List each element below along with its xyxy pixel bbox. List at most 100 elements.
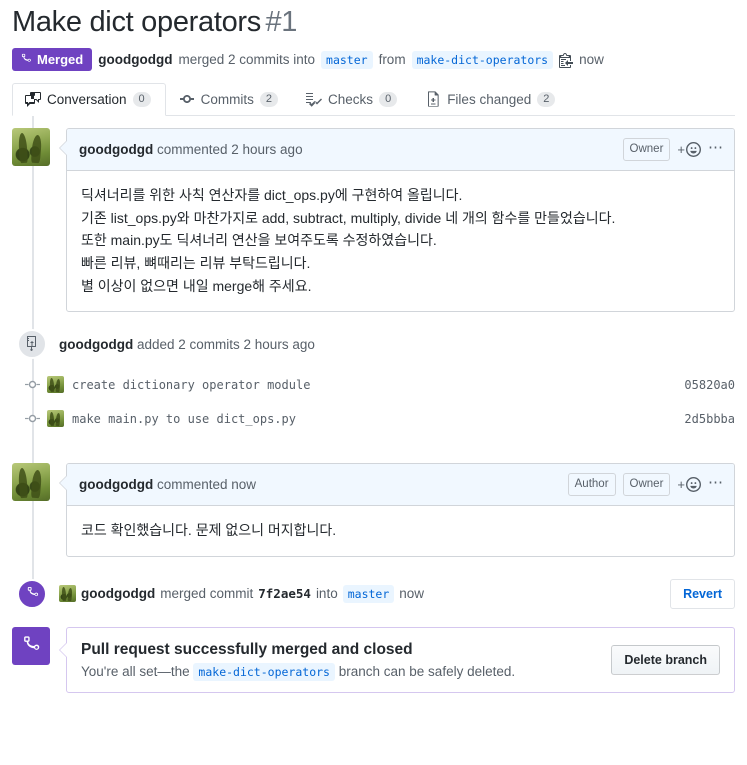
comment-action: commented now (156, 477, 257, 493)
from-text: from (378, 52, 406, 68)
pr-number: #1 (265, 6, 298, 38)
commit-row: create dictionary operator module 05820a… (12, 370, 735, 399)
merged-banner-subtitle: You're all set—the make-dict-operators b… (81, 662, 611, 681)
tab-files-changed-label: Files changed (447, 91, 532, 107)
smiley-icon (686, 477, 701, 493)
pull-request-page: Make dict operators #1 Merged goodgodgd … (0, 0, 747, 765)
comment-2-body: goodgodgd commented now Author Owner + ⋯… (59, 463, 735, 557)
pr-meta-row: Merged goodgodgd merged 2 commits into m… (0, 39, 747, 82)
checklist-icon (306, 93, 323, 108)
git-merge-icon (21, 54, 31, 63)
avatar[interactable] (12, 128, 50, 167)
page-title: Make dict operators (12, 6, 261, 38)
comment-header-actions: Owner + ⋯ (622, 138, 724, 162)
comment-1: goodgodgd commented 2 hours ago Owner + (12, 116, 735, 313)
role-badge-owner: Owner (622, 138, 671, 162)
merge-commit-sha[interactable]: 7f2ae54 (258, 586, 311, 601)
tab-commits[interactable]: Commits 2 (166, 83, 293, 116)
comment-line: 또한 main.py도 딕셔너리 연산을 보여주도록 수정하였습니다. (81, 232, 437, 249)
comment-menu-button[interactable]: ⋯ (708, 140, 724, 159)
tab-files-changed-count: 2 (537, 91, 556, 107)
plus-label: + (677, 477, 685, 493)
git-merge-icon (12, 626, 50, 665)
tab-checks-count: 0 (379, 91, 398, 107)
merged-banner: Pull request successfully merged and clo… (0, 626, 747, 693)
git-merge-icon (17, 578, 47, 609)
tab-files-changed[interactable]: Files changed 2 (412, 83, 570, 116)
commit-sha[interactable]: 2d5bbba (684, 412, 735, 426)
commit-message[interactable]: create dictionary operator module (72, 378, 310, 392)
status-badge-label: Merged (37, 52, 84, 68)
smiley-icon (686, 142, 701, 158)
merge-time: now (399, 586, 425, 602)
tab-checks[interactable]: Checks 0 (293, 83, 412, 116)
merged-banner-title: Pull request successfully merged and clo… (81, 640, 413, 658)
comment-1-text: 딕셔너리를 위한 사칙 연산자를 dict_ops.py에 구현하여 올립니다.… (67, 171, 734, 311)
merged-sub-pre: You're all set—the (81, 663, 190, 679)
commit-dash-icon (24, 415, 40, 423)
comment-action: commented 2 hours ago (156, 142, 303, 158)
commit-dot-icon (17, 414, 47, 423)
comment-box: goodgodgd commented now Author Owner + ⋯… (59, 463, 735, 557)
git-commit-icon (179, 95, 194, 104)
merge-author-avatar[interactable] (59, 585, 76, 603)
role-badge-owner: Owner (622, 473, 671, 497)
comment-1-header: goodgodgd commented 2 hours ago Owner + (67, 129, 734, 172)
commits-added-text: goodgodgd added 2 commits 2 hours ago (59, 337, 315, 352)
commit-sha[interactable]: 05820a0 (684, 378, 735, 392)
head-branch-chip[interactable]: make-dict-operators (411, 50, 554, 69)
add-reaction-button[interactable]: + (677, 142, 701, 158)
commit-author-avatar[interactable] (47, 376, 64, 394)
comment-line: 별 이상이 없으면 내일 merge해 주세요. (81, 277, 312, 294)
comment-box: goodgodgd commented 2 hours ago Owner + (59, 128, 735, 313)
avatar[interactable] (12, 463, 50, 502)
delete-branch-button[interactable]: Delete branch (611, 644, 720, 676)
comment-2-header: goodgodgd commented now Author Owner + ⋯ (67, 464, 734, 507)
pr-tabs: Conversation 0 Commits 2 Checks 0 Files … (12, 82, 735, 117)
commit-author-avatar[interactable] (47, 410, 64, 428)
commit-row: make main.py to use dict_ops.py 2d5bbba (12, 404, 735, 433)
comment-line: 기존 list_ops.py와 마찬가지로 add, subtract, mul… (81, 209, 616, 226)
tab-commits-count: 2 (259, 91, 279, 107)
comment-discussion-icon (25, 92, 41, 108)
role-badge-author: Author (567, 473, 616, 497)
conversation-timeline: goodgodgd commented 2 hours ago Owner + (0, 116, 747, 609)
add-reaction-button[interactable]: + (677, 477, 701, 493)
comment-header-actions: Author Owner + ⋯ (567, 473, 724, 497)
event-author[interactable]: goodgodgd (59, 337, 133, 352)
repo-push-icon (17, 329, 47, 360)
commits-added-event: goodgodgd added 2 commits 2 hours ago (12, 329, 735, 360)
comment-line: 빠른 리뷰, 뼈때리는 리뷰 부탁드립니다. (81, 255, 311, 272)
plus-label: + (677, 142, 685, 158)
tab-checks-label: Checks (328, 91, 374, 107)
merge-commit-event: goodgodgd merged commit 7f2ae54 into mas… (12, 578, 735, 609)
merged-by-user[interactable]: goodgodgd (98, 52, 172, 67)
merged-text: merged 2 commits into (178, 52, 316, 68)
revert-button[interactable]: Revert (670, 578, 735, 609)
base-branch-chip[interactable]: master (321, 50, 373, 69)
merge-action-pre: merged commit (160, 586, 254, 602)
comment-line: 코드 확인했습니다. 문제 없으니 머지합니다. (81, 522, 337, 539)
clipboard-copy-icon[interactable] (559, 52, 574, 68)
commit-message[interactable]: make main.py to use dict_ops.py (72, 412, 296, 426)
merge-author[interactable]: goodgodgd (81, 586, 155, 601)
merge-action-mid: into (315, 586, 338, 602)
merged-sub-post: branch can be safely deleted. (338, 663, 516, 679)
tab-conversation-label: Conversation (47, 91, 127, 107)
comment-author[interactable]: goodgodgd (79, 142, 153, 157)
merged-banner-texts: Pull request successfully merged and clo… (81, 640, 611, 681)
comment-line: 딕셔너리를 위한 사칙 연산자를 dict_ops.py에 구현하여 올립니다. (81, 187, 463, 204)
merged-banner-branch[interactable]: make-dict-operators (193, 662, 335, 681)
merge-commit-text: goodgodgd merged commit 7f2ae54 into mas… (59, 584, 425, 603)
merged-time: now (579, 52, 604, 68)
merge-target-branch[interactable]: master (342, 584, 395, 603)
tab-conversation[interactable]: Conversation 0 (12, 83, 166, 117)
comment-author[interactable]: goodgodgd (79, 477, 153, 492)
tab-commits-label: Commits (200, 91, 254, 107)
comment-2-text: 코드 확인했습니다. 문제 없으니 머지합니다. (67, 506, 734, 556)
commit-dash-icon (24, 381, 40, 389)
tab-conversation-count: 0 (132, 91, 151, 107)
page-title-row: Make dict operators #1 (0, 0, 747, 39)
merged-banner-box: Pull request successfully merged and clo… (59, 626, 735, 693)
comment-menu-button[interactable]: ⋯ (708, 475, 724, 494)
